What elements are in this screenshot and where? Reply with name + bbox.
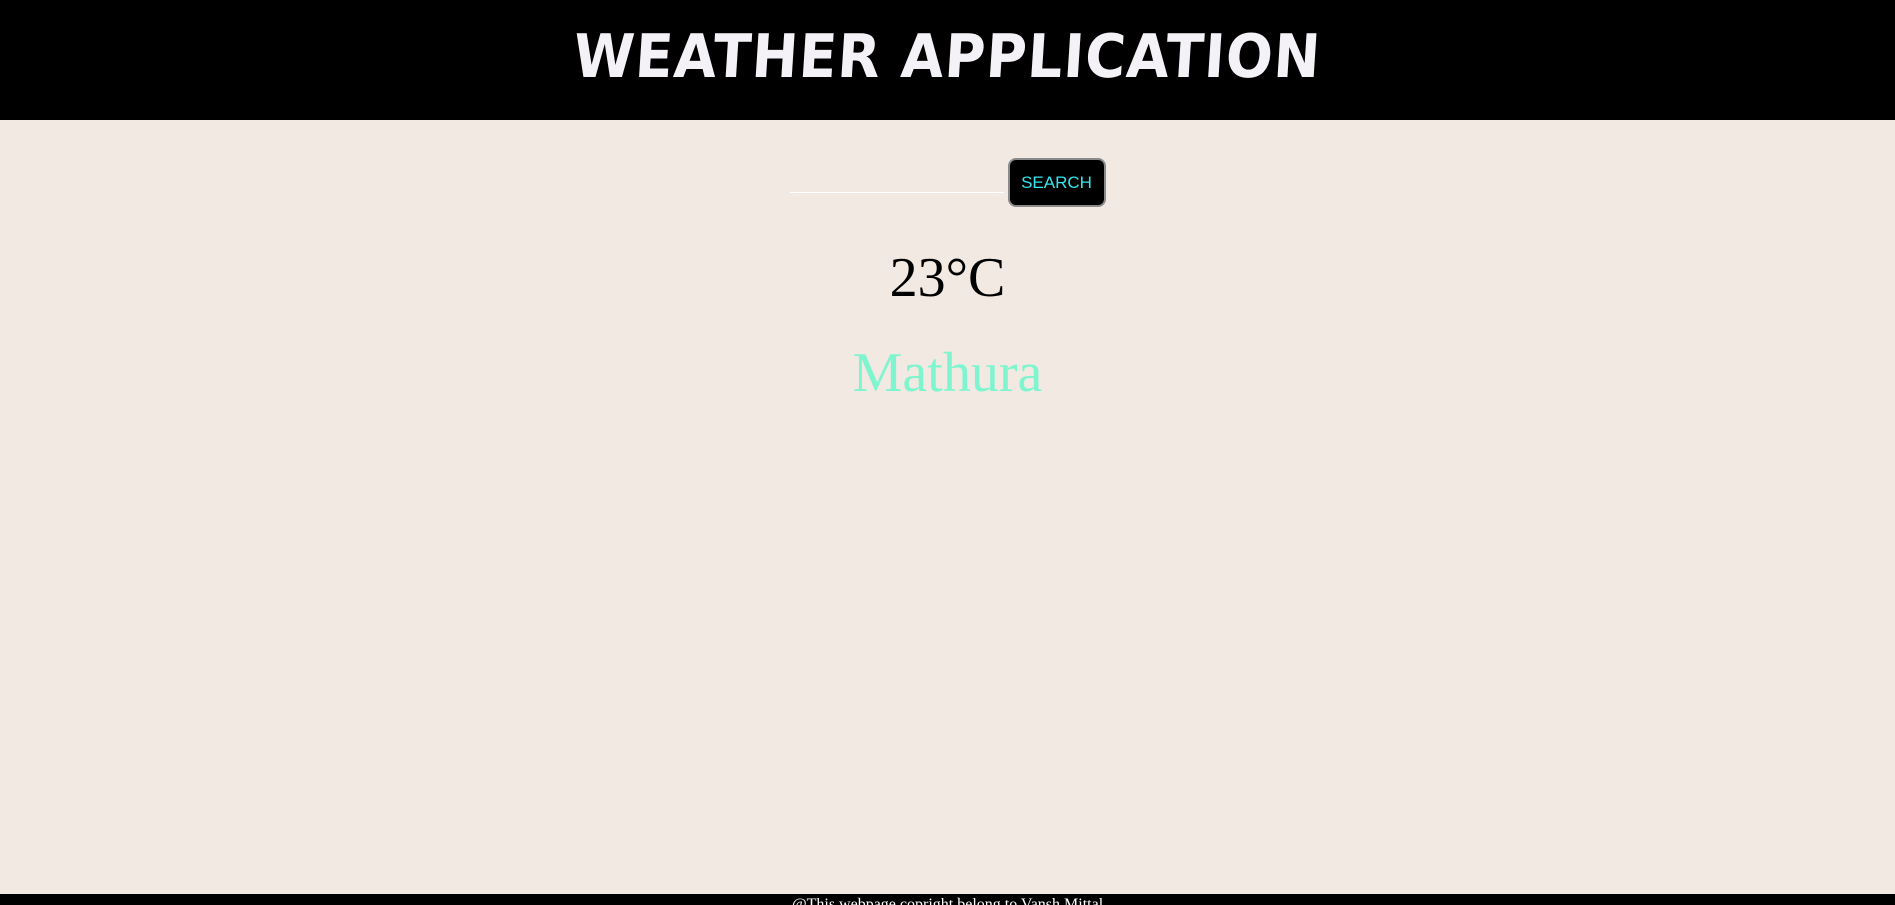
search-input[interactable] [789, 158, 1004, 193]
temperature-display: 23°C [889, 247, 1006, 309]
footer: @This webpage copright belong to Vansh M… [0, 894, 1895, 905]
page-title: WEATHER APPLICATION [571, 22, 1324, 92]
search-bar: SEARCH [0, 158, 1895, 207]
search-button[interactable]: SEARCH [1007, 158, 1106, 207]
app-header: WEATHER APPLICATION [0, 0, 1895, 120]
copyright-text: @This webpage copright belong to Vansh M… [791, 896, 1104, 905]
city-name: Mathura [852, 342, 1043, 404]
